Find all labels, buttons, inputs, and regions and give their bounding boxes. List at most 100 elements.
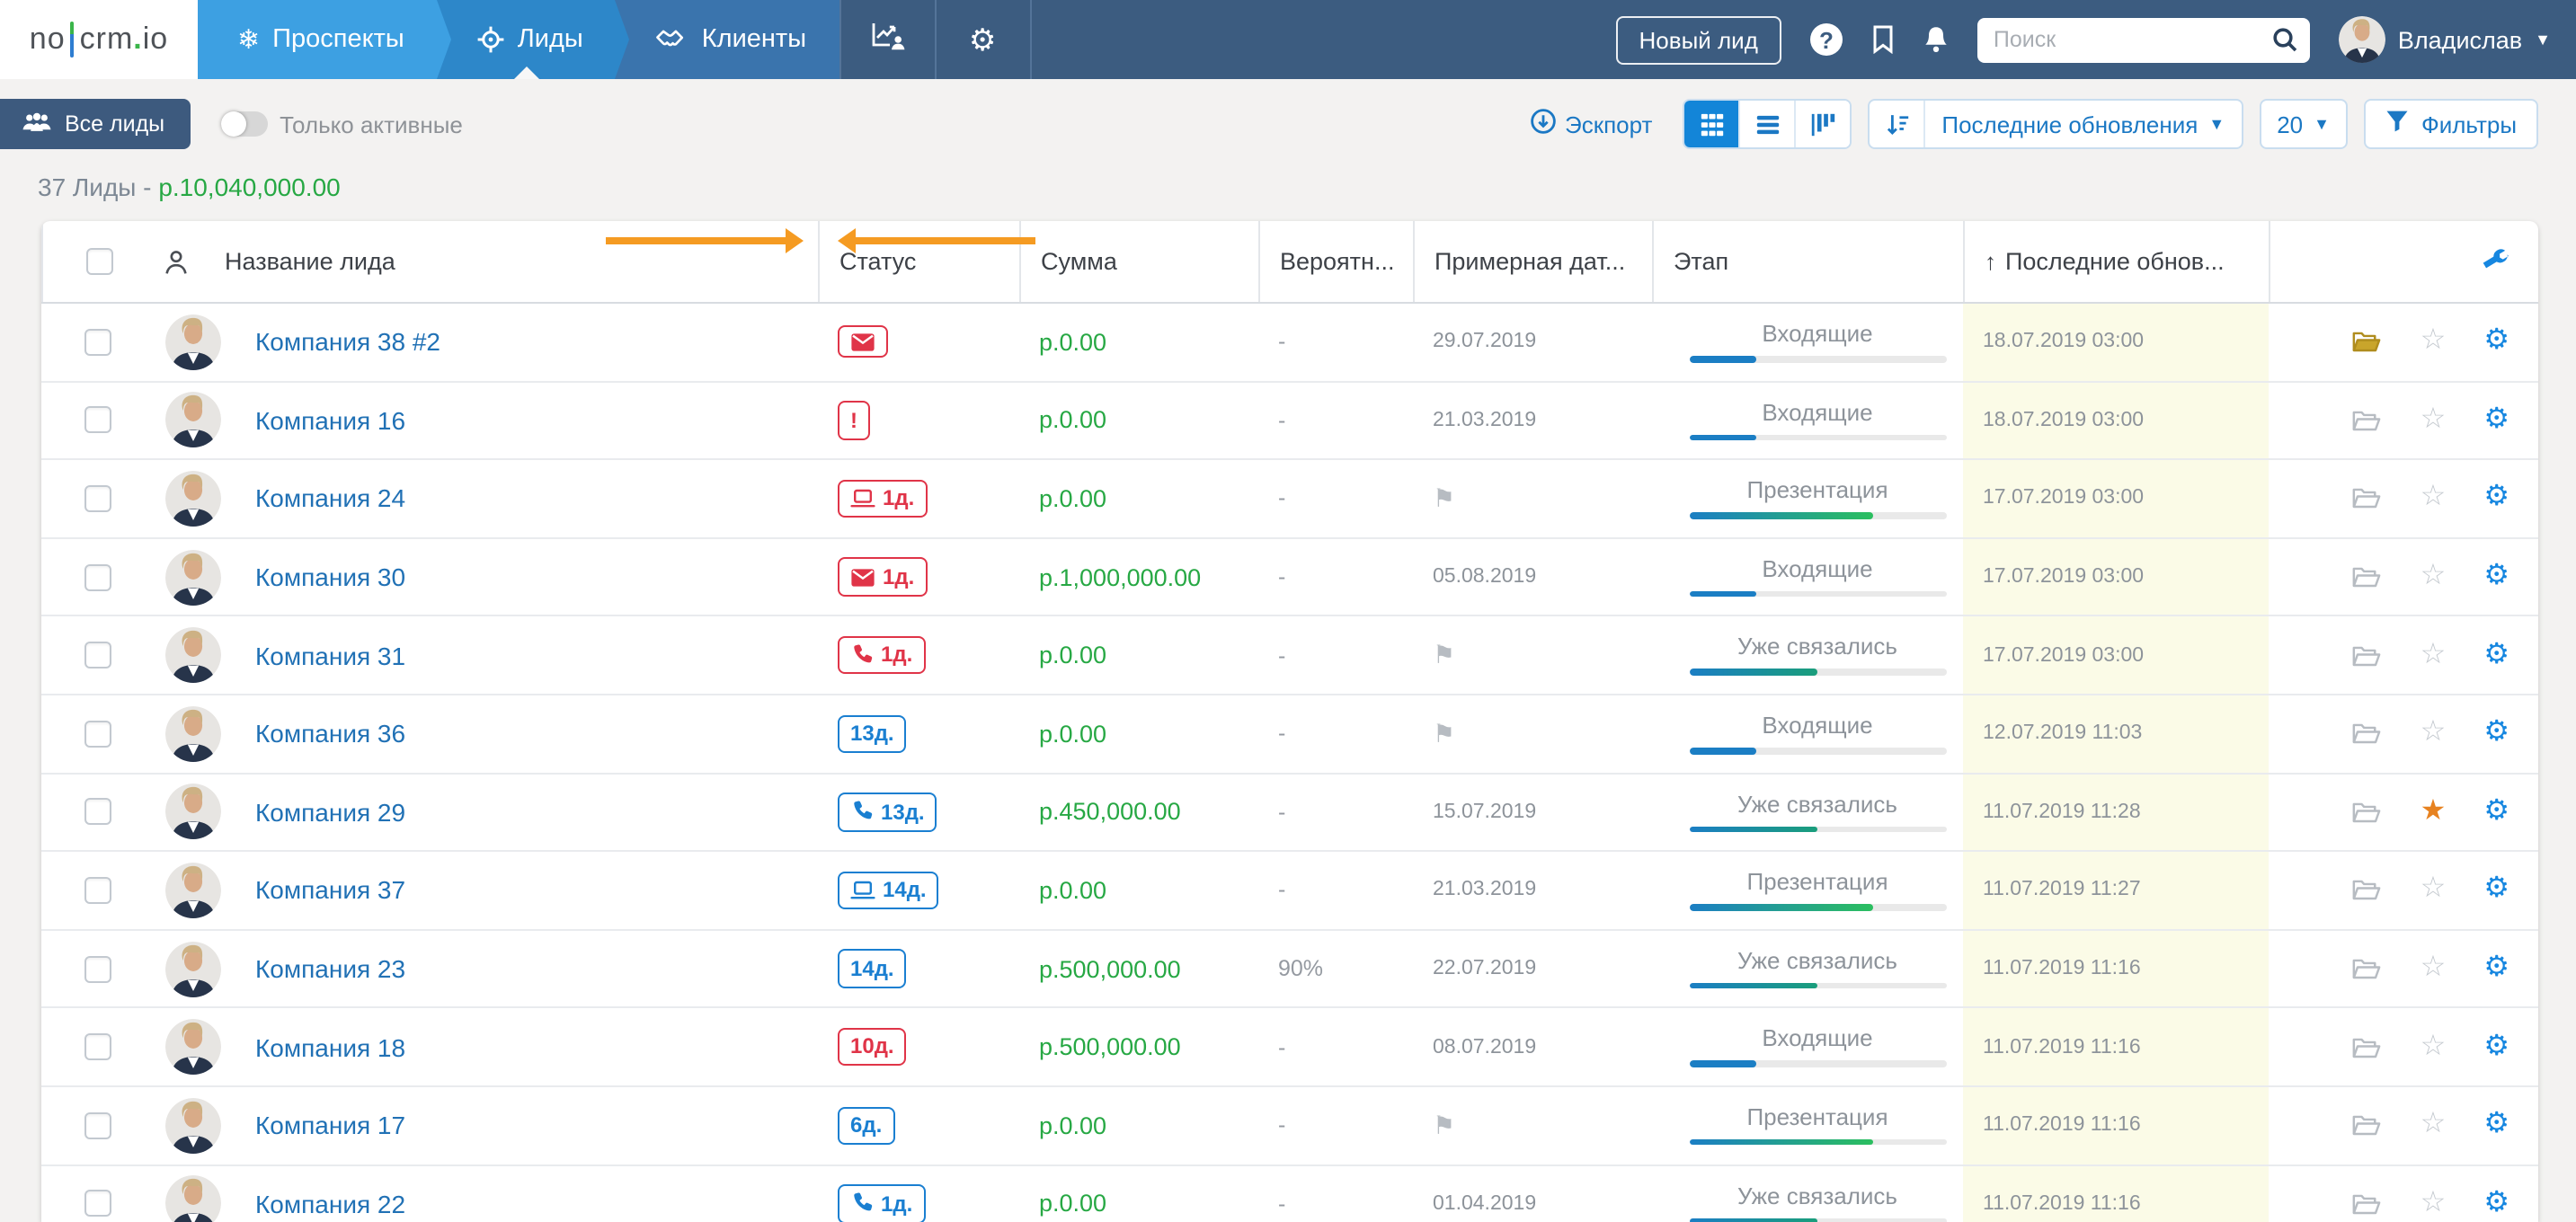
- row-checkbox[interactable]: [84, 642, 111, 669]
- status-badge[interactable]: 6д.: [838, 1106, 894, 1145]
- settings-tab[interactable]: ⚙: [936, 0, 1031, 79]
- gear-icon[interactable]: ⚙: [2483, 1190, 2509, 1218]
- status-badge[interactable]: !: [838, 401, 870, 439]
- status-badge[interactable]: 14д.: [838, 872, 939, 910]
- status-badge[interactable]: [838, 326, 888, 359]
- view-grid-button[interactable]: [1684, 101, 1738, 147]
- search-icon[interactable]: [2270, 24, 2299, 62]
- lead-name-link[interactable]: Компания 36: [255, 720, 405, 748]
- star-icon[interactable]: ☆: [2421, 954, 2447, 983]
- stats-tab[interactable]: [839, 0, 936, 79]
- star-icon[interactable]: ☆: [2421, 484, 2447, 513]
- star-icon[interactable]: ☆: [2421, 641, 2447, 669]
- star-icon[interactable]: ☆: [2421, 328, 2447, 357]
- user-menu[interactable]: Владислав ▼: [2339, 16, 2551, 63]
- status-badge[interactable]: 1д.: [838, 636, 925, 675]
- folder-icon[interactable]: [2352, 408, 2383, 433]
- select-all-checkbox[interactable]: [86, 248, 113, 275]
- star-icon[interactable]: ☆: [2421, 876, 2447, 905]
- star-icon[interactable]: ☆: [2421, 1032, 2447, 1061]
- new-lead-button[interactable]: Новый лид: [1616, 15, 1781, 64]
- row-checkbox[interactable]: [84, 329, 111, 356]
- search-input[interactable]: [1977, 17, 2310, 62]
- lead-name-link[interactable]: Компания 29: [255, 798, 405, 827]
- wrench-icon[interactable]: [2483, 248, 2509, 275]
- status-badge[interactable]: 1д.: [838, 558, 927, 597]
- filters-button[interactable]: Фильтры: [2364, 99, 2538, 149]
- folder-icon[interactable]: [2352, 564, 2383, 589]
- view-list-button[interactable]: [1738, 101, 1794, 147]
- folder-icon[interactable]: [2352, 486, 2383, 511]
- lead-name-link[interactable]: Компания 24: [255, 484, 405, 513]
- star-icon[interactable]: ☆: [2421, 1190, 2447, 1218]
- gear-icon[interactable]: ⚙: [2483, 876, 2509, 905]
- header-amount[interactable]: Сумма: [1019, 221, 1258, 302]
- app-logo[interactable]: nocrm.io: [0, 0, 198, 79]
- row-checkbox[interactable]: [84, 799, 111, 826]
- folder-icon[interactable]: [2352, 642, 2383, 668]
- view-kanban-button[interactable]: [1794, 101, 1850, 147]
- gear-icon[interactable]: ⚙: [2483, 562, 2509, 591]
- bell-icon[interactable]: [1923, 25, 1949, 54]
- row-checkbox[interactable]: [84, 1191, 111, 1218]
- lead-name-link[interactable]: Компания 38 #2: [255, 328, 440, 357]
- lead-name-link[interactable]: Компания 23: [255, 954, 405, 983]
- star-icon[interactable]: ☆: [2421, 406, 2447, 435]
- row-checkbox[interactable]: [84, 955, 111, 982]
- lead-name-link[interactable]: Компания 31: [255, 641, 405, 669]
- header-probability[interactable]: Вероятн...: [1258, 221, 1413, 302]
- status-badge[interactable]: 13д.: [838, 793, 937, 831]
- active-only-toggle[interactable]: [220, 111, 267, 137]
- export-button[interactable]: Эскпорт: [1529, 108, 1652, 140]
- gear-icon[interactable]: ⚙: [2483, 954, 2509, 983]
- folder-icon[interactable]: [2352, 1034, 2383, 1059]
- row-checkbox[interactable]: [84, 1111, 111, 1138]
- star-icon[interactable]: ☆: [2421, 1111, 2447, 1139]
- lead-name-link[interactable]: Компания 16: [255, 406, 405, 435]
- header-stage[interactable]: Этап: [1652, 221, 1963, 302]
- tab-prospects[interactable]: ❄ Проспекты: [198, 0, 437, 79]
- lead-name-link[interactable]: Компания 30: [255, 562, 405, 591]
- status-badge[interactable]: 1д.: [838, 480, 927, 518]
- star-icon[interactable]: ★: [2421, 798, 2447, 827]
- gear-icon[interactable]: ⚙: [2483, 406, 2509, 435]
- star-icon[interactable]: ☆: [2421, 562, 2447, 591]
- gear-icon[interactable]: ⚙: [2483, 1111, 2509, 1139]
- lead-name-link[interactable]: Компания 22: [255, 1190, 405, 1218]
- gear-icon[interactable]: ⚙: [2483, 328, 2509, 357]
- gear-icon[interactable]: ⚙: [2483, 1032, 2509, 1061]
- folder-icon[interactable]: [2352, 722, 2383, 747]
- header-name[interactable]: Название лида: [41, 221, 818, 302]
- folder-icon[interactable]: [2352, 1112, 2383, 1138]
- folder-icon[interactable]: [2352, 330, 2383, 355]
- header-updated[interactable]: ↑ Последние обнов...: [1963, 221, 2269, 302]
- all-leads-button[interactable]: Все лиды: [0, 99, 190, 149]
- star-icon[interactable]: ☆: [2421, 720, 2447, 748]
- gear-icon[interactable]: ⚙: [2483, 798, 2509, 827]
- bookmark-icon[interactable]: [1871, 25, 1895, 54]
- row-checkbox[interactable]: [84, 721, 111, 748]
- row-checkbox[interactable]: [84, 1033, 111, 1060]
- gear-icon[interactable]: ⚙: [2483, 720, 2509, 748]
- row-checkbox[interactable]: [84, 407, 111, 434]
- folder-icon[interactable]: [2352, 800, 2383, 825]
- folder-icon[interactable]: [2352, 1191, 2383, 1217]
- page-size-select[interactable]: 20▼: [2259, 99, 2348, 149]
- status-badge[interactable]: 10д.: [838, 1028, 907, 1067]
- gear-icon[interactable]: ⚙: [2483, 641, 2509, 669]
- tab-leads[interactable]: Лиды: [437, 0, 616, 79]
- folder-icon[interactable]: [2352, 956, 2383, 981]
- status-badge[interactable]: 14д.: [838, 950, 907, 988]
- help-icon[interactable]: ?: [1810, 23, 1843, 56]
- row-checkbox[interactable]: [84, 563, 111, 590]
- row-checkbox[interactable]: [84, 877, 111, 904]
- lead-name-link[interactable]: Компания 37: [255, 876, 405, 905]
- lead-name-link[interactable]: Компания 18: [255, 1032, 405, 1061]
- folder-icon[interactable]: [2352, 878, 2383, 903]
- header-date[interactable]: Примерная дат...: [1413, 221, 1652, 302]
- row-checkbox[interactable]: [84, 485, 111, 512]
- sort-control[interactable]: Последние обновления▼: [1868, 99, 2243, 149]
- status-badge[interactable]: 13д.: [838, 714, 907, 753]
- tab-clients[interactable]: Клиенты: [616, 0, 839, 79]
- gear-icon[interactable]: ⚙: [2483, 484, 2509, 513]
